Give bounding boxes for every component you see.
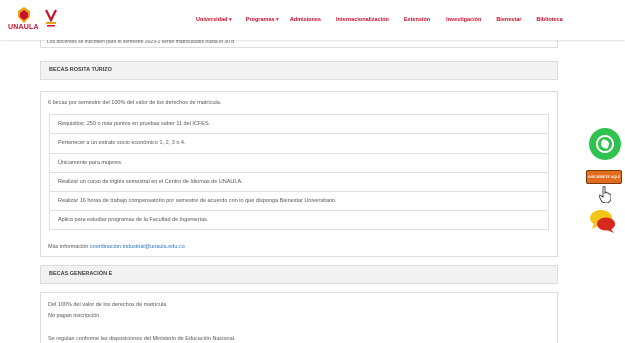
requirements-list: Requisitos: 250 o más puntos en pruebas …: [49, 114, 549, 230]
list-item: Únicamente para mujeres.: [49, 152, 549, 172]
secondary-seal-icon: [45, 9, 57, 27]
list-item: Requisitos: 250 o más puntos en pruebas …: [49, 114, 549, 134]
generacion-line-3: Se regulan conforme las disposiciones de…: [48, 336, 236, 342]
nav-bienestar[interactable]: Bienestar: [496, 17, 521, 23]
chat-bubbles-icon[interactable]: [589, 207, 617, 235]
more-info-email-link[interactable]: coordinacion.industrial@unaula.edu.co: [90, 244, 185, 250]
nav-programas[interactable]: Programas ▾: [246, 17, 279, 23]
more-info-label: Más información: [48, 244, 89, 250]
generacion-line-2: No pagan inscripción.: [48, 313, 101, 319]
nav-universidad[interactable]: Universidad ▾: [196, 17, 232, 23]
nav-investigacion[interactable]: Investigación: [446, 17, 481, 23]
list-item: Realizar 16 horas de trabajo compensator…: [49, 191, 549, 211]
nav-internacionalizacion[interactable]: Internacionalización: [336, 17, 389, 23]
generacion-line-1: Del 100% del valor de los derechos de ma…: [48, 302, 167, 308]
becas-rosita-header[interactable]: BECAS ROSITA TURIZO: [40, 61, 558, 80]
inscribete-button[interactable]: INSCRÍBETE AQUÍ: [586, 170, 622, 184]
list-item: Realizar un curso de inglés semestral en…: [49, 171, 549, 192]
main-nav: Universidad ▾ Programas ▾ Admisiones Int…: [196, 17, 563, 23]
unaula-emblem-icon: [18, 7, 30, 23]
site-header: UNAULA Universidad ▾ Programas ▾ Admisio…: [0, 0, 625, 40]
nav-admisiones[interactable]: Admisiones: [290, 17, 321, 23]
nav-extension[interactable]: Extensión: [404, 17, 430, 23]
list-item: Pertenecer a un estrato socio económico …: [49, 133, 549, 153]
logo-text: UNAULA: [8, 24, 39, 31]
pointer-hand-icon: [599, 186, 611, 203]
whatsapp-button[interactable]: [589, 128, 621, 160]
nav-biblioteca[interactable]: Biblioteca: [536, 17, 562, 23]
becas-rosita-intro: 6 becas por semestre del 100% del valor …: [48, 100, 222, 106]
list-item: Aplica para estudiar programas de la Fac…: [49, 210, 549, 230]
more-info-line: Más información coordinacion.industrial@…: [48, 244, 185, 250]
becas-generacion-header[interactable]: BECAS GENERACIÓN E: [40, 265, 558, 284]
